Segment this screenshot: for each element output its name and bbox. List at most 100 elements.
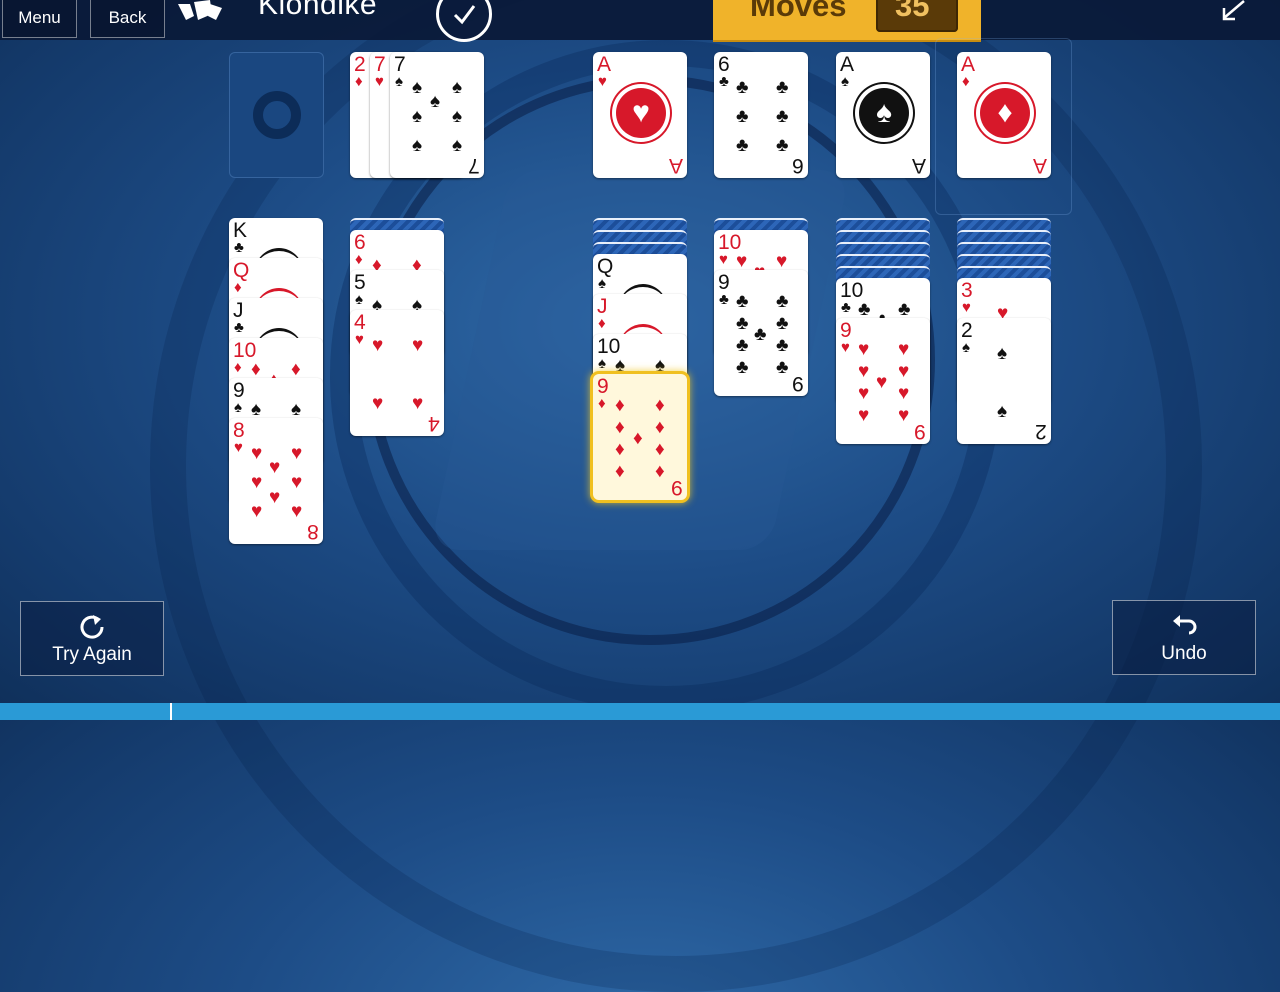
card-pip-icon: ♥ (251, 443, 263, 464)
card-rank-bottom: 6 (792, 154, 804, 177)
card-tableau-4-1[interactable]: 9 ♣ ♣ ♣ ♣ ♣ ♣ ♣ ♣ ♣ ♣ 9 (714, 270, 808, 396)
card-pip-icon: ♥ (898, 339, 910, 360)
card-pip-icon: ♦ (655, 395, 665, 416)
card-tableau-5-1[interactable]: 9 ♥ ♥ ♥ ♥ ♥ ♥ ♥ ♥ ♥ ♥ 9 (836, 318, 930, 444)
card-pip-icon: ♥ (251, 472, 263, 493)
card-rank-bottom: A (1032, 154, 1047, 177)
card-pip-icon: ♠ (430, 91, 441, 112)
card-foundation-1[interactable]: 6 ♣ ♣ ♣ ♣ ♣ ♣ ♣ 6 (714, 52, 808, 178)
card-pip-icon: ♦ (291, 359, 301, 380)
card-pip-icon: ♣ (776, 291, 789, 312)
card-rank-bottom: 9 (671, 476, 683, 499)
card-pip-icon: ♥ (372, 393, 384, 414)
card-pip-icon: ♠ (452, 106, 463, 127)
card-pip-icon: ♣ (858, 299, 871, 320)
card-rank: A (961, 53, 976, 76)
card-suit-icon: ♦ (355, 251, 363, 268)
card-tableau-0-5[interactable]: 8 ♥ ♥ ♥ ♥ ♥ ♥ ♥ ♥ ♥ 8 (229, 418, 323, 544)
card-pip-icon: ♠ (291, 399, 302, 420)
card-suit-icon: ♣ (841, 299, 851, 316)
card-pip-icon: ♥ (858, 405, 870, 426)
card-suit-icon: ♦ (598, 395, 606, 412)
card-pip-icon: ♠ (412, 106, 423, 127)
card-pip-icon: ♥ (291, 443, 303, 464)
back-button[interactable]: Back (90, 0, 165, 38)
card-suit-icon: ♠ (234, 399, 242, 416)
card-foundation-3[interactable]: A ♦ ♦ A (957, 52, 1051, 178)
card-rank-bottom: A (911, 154, 926, 177)
card-pip-icon: ♣ (776, 106, 789, 127)
card-foundation-2[interactable]: A ♠ ♠ A (836, 52, 930, 178)
card-pip-icon: ♥ (372, 335, 384, 356)
card-rank: 8 (233, 419, 245, 442)
card-suit-icon: ♥ (234, 439, 243, 456)
ace-emblem-icon: ♥ (616, 88, 666, 138)
card-suit-icon: ♥ (598, 73, 607, 90)
card-pip-icon: ♥ (291, 501, 303, 522)
card-pip-icon: ♣ (898, 299, 911, 320)
card-rank-bottom: A (668, 154, 683, 177)
card-waste-2[interactable]: 7 ♠ ♠ ♠ ♠ ♠ ♠ ♠ ♠ 7 (390, 52, 484, 178)
card-suit-icon: ♦ (234, 359, 242, 376)
card-foundation-0[interactable]: A ♥ ♥ A (593, 52, 687, 178)
card-pip-icon: ♥ (898, 405, 910, 426)
card-pip-icon: ♣ (736, 291, 749, 312)
collapse-arrow-icon[interactable] (1218, 0, 1248, 24)
card-suit-icon: ♠ (841, 73, 849, 90)
card-suit-icon: ♦ (962, 73, 970, 90)
card-pip-icon: ♣ (736, 357, 749, 378)
moves-label: Moves (750, 0, 847, 23)
moves-counter: 35 (895, 0, 930, 23)
card-rank: 2 (961, 319, 973, 342)
card-rank: 5 (354, 271, 366, 294)
card-suit-icon: ♦ (598, 315, 606, 332)
card-suit-icon: ♠ (598, 355, 606, 372)
card-rank: J (233, 299, 244, 322)
card-pip-icon: ♠ (452, 135, 463, 156)
solitaire-logo-icon (178, 0, 222, 20)
card-suit-icon: ♥ (962, 299, 971, 316)
undo-icon (1173, 615, 1197, 635)
card-pip-icon: ♥ (251, 501, 263, 522)
card-suit-icon: ♣ (234, 319, 244, 336)
card-rank: 10 (597, 335, 621, 358)
stock-pile-empty[interactable] (229, 52, 324, 178)
card-pip-icon: ♦ (615, 461, 625, 482)
card-pip-icon: ♥ (269, 487, 281, 508)
card-pip-icon: ♥ (736, 251, 748, 272)
card-rank: A (597, 53, 612, 76)
card-suit-icon: ♥ (375, 73, 384, 90)
card-rank-bottom: 2 (1035, 420, 1047, 443)
undo-button[interactable]: Undo (1112, 600, 1256, 675)
recycle-icon (252, 91, 301, 139)
card-suit-icon: ♣ (719, 73, 729, 90)
card-suit-icon: ♥ (719, 251, 728, 268)
card-pip-icon: ♦ (633, 428, 643, 449)
checkmark-icon (453, 5, 476, 25)
card-suit-icon: ♦ (234, 279, 242, 296)
card-pip-icon: ♦ (655, 461, 665, 482)
card-tableau-3-3[interactable]: 9 ♦ ♦ ♦ ♦ ♦ ♦ ♦ ♦ ♦ ♦ 9 (593, 374, 687, 500)
card-pip-icon: ♣ (754, 324, 767, 345)
card-tableau-1-2[interactable]: 4 ♥ ♥ ♥ ♥ ♥ 4 (350, 310, 444, 436)
card-pip-icon: ♣ (736, 313, 749, 334)
card-rank: A (840, 53, 855, 76)
card-rank: 10 (233, 339, 257, 362)
card-pip-icon: ♣ (736, 135, 749, 156)
game-title: Klondike (258, 0, 378, 21)
card-tableau-6-1[interactable]: 2 ♠ ♠ ♠ 2 (957, 318, 1051, 444)
menu-button[interactable]: Menu (2, 0, 77, 38)
card-rank: Q (597, 255, 614, 278)
card-pip-icon: ♥ (858, 339, 870, 360)
ace-emblem-icon: ♦ (980, 88, 1030, 138)
card-pip-icon: ♦ (251, 359, 261, 380)
card-pip-icon: ♦ (615, 439, 625, 460)
card-rank-bottom: 9 (792, 372, 804, 395)
card-rank: 2 (354, 53, 366, 76)
card-rank-bottom: 7 (468, 154, 480, 177)
card-rank-bottom: 4 (428, 412, 440, 435)
try-again-button[interactable]: Try Again (20, 601, 164, 676)
card-pip-icon: ♣ (736, 77, 749, 98)
card-pip-icon: ♥ (858, 361, 870, 382)
card-rank: 10 (840, 279, 864, 302)
